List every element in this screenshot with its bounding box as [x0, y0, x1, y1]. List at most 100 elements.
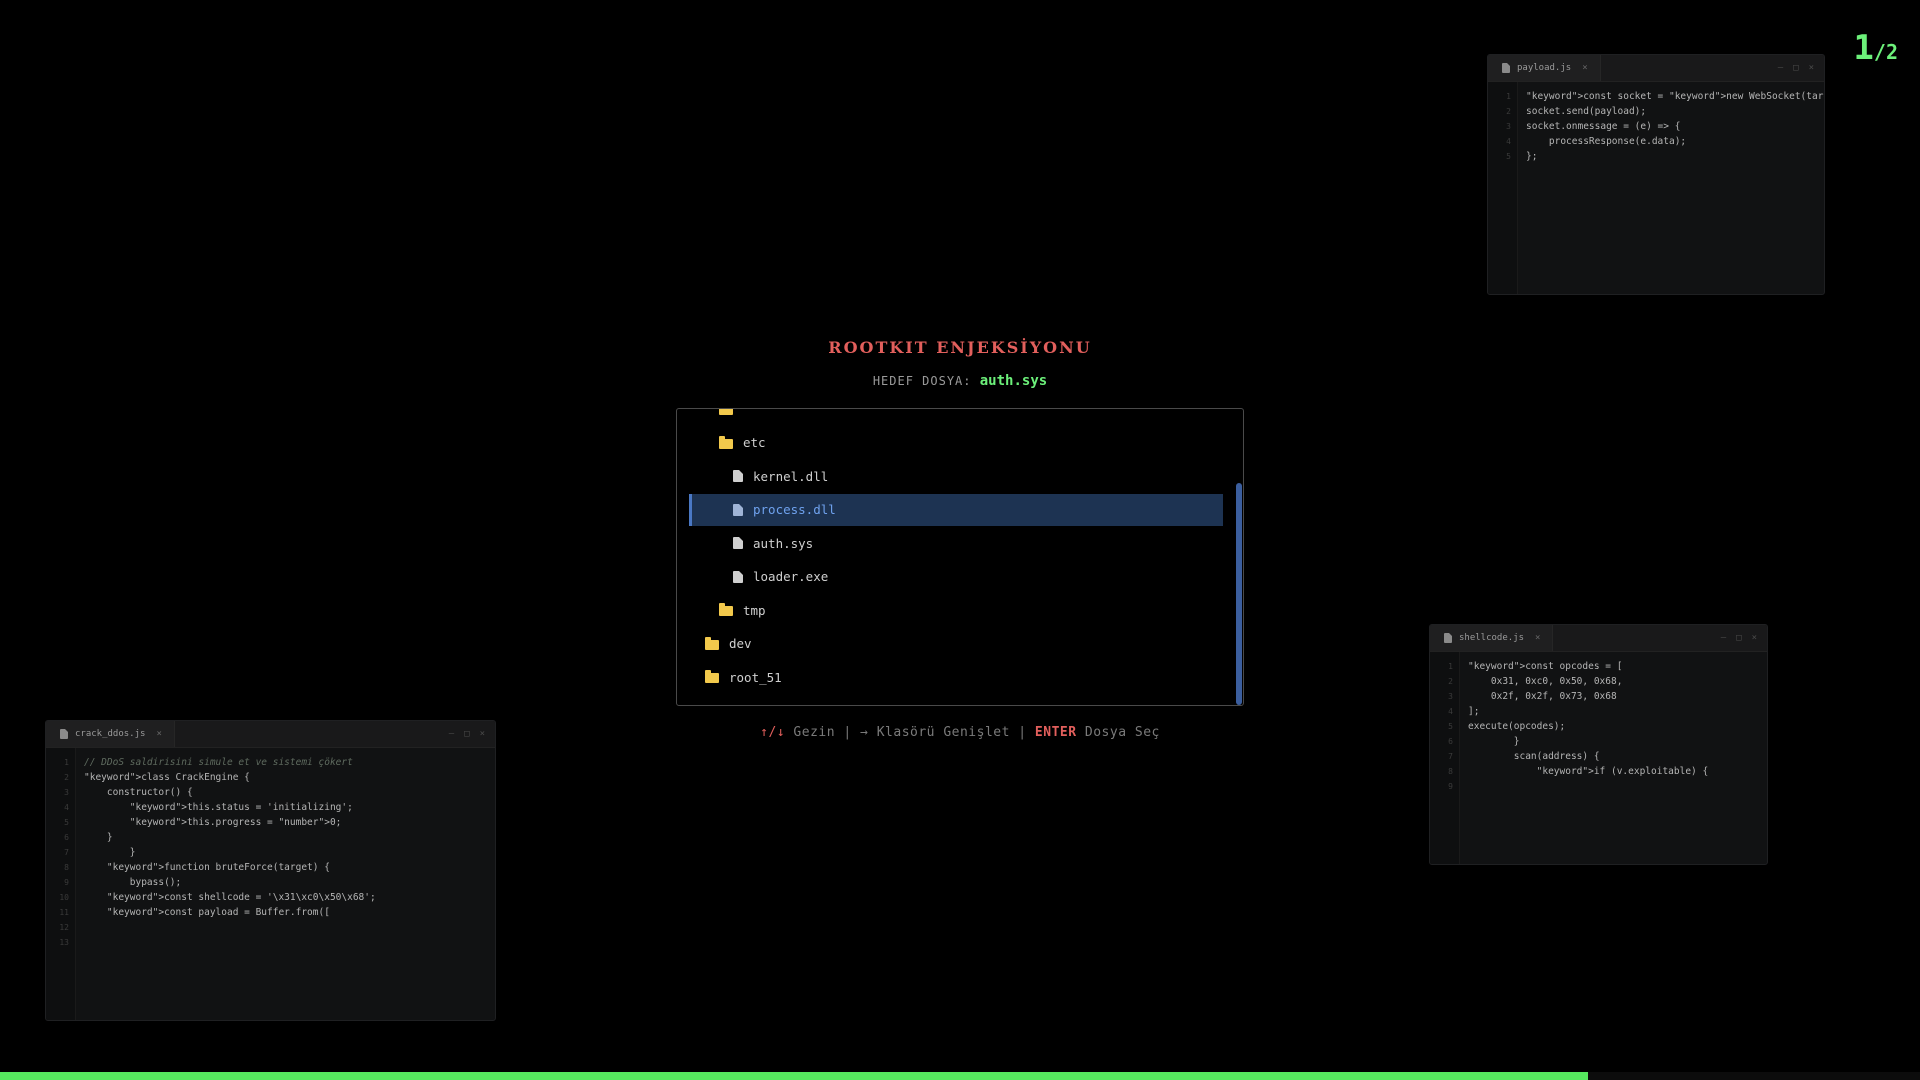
- close-icon[interactable]: ×: [1809, 63, 1814, 73]
- code-line: "keyword">this.status = 'initializing';: [84, 802, 353, 813]
- level-current: 1: [1853, 28, 1874, 68]
- navigate-hint: Gezin: [785, 725, 844, 740]
- line-number-gutter: 123456789: [1430, 652, 1460, 864]
- tree-item-label: etc: [743, 435, 766, 450]
- line-number: 8: [64, 863, 69, 872]
- code-line: ];: [1468, 706, 1480, 717]
- code-line: processResponse(e.data);: [1526, 136, 1687, 147]
- tree-item-label: dev: [729, 636, 752, 651]
- line-number: 12: [59, 923, 69, 932]
- line-number: 13: [59, 938, 69, 947]
- line-number: 5: [1506, 152, 1511, 161]
- window-controls: — □ ×: [1721, 625, 1757, 651]
- line-number: 2: [64, 773, 69, 782]
- expand-hint: → Klasörü Genişlet: [851, 725, 1019, 740]
- line-number: 9: [64, 878, 69, 887]
- tree-scrollbar[interactable]: [1235, 409, 1243, 705]
- maximize-icon[interactable]: □: [1736, 633, 1741, 643]
- code-line: bypass();: [84, 877, 182, 888]
- tree-folder[interactable]: etc: [689, 427, 1223, 459]
- timer-progress-track: [0, 1072, 1920, 1080]
- code-area: "keyword">const opcodes = [ 0x31, 0xc0, …: [1460, 652, 1767, 864]
- code-line: "keyword">const socket = "keyword">new W…: [1526, 91, 1824, 102]
- tree-folder[interactable]: root_51: [689, 661, 1223, 693]
- line-number: 10: [59, 893, 69, 902]
- hint-separator: |: [843, 725, 852, 740]
- line-number-gutter: 1 2 3 4 5 6 7 8 9 10 11 12 13: [46, 748, 76, 1020]
- code-line: "keyword">const opcodes = [: [1468, 661, 1623, 672]
- code-line: socket.onmessage = (e) => {: [1526, 121, 1681, 132]
- controls-hint: ↑/↓ Gezin | → Klasörü Genişlet | ENTER D…: [0, 725, 1920, 740]
- code-line: "keyword">function bruteForce(target) {: [84, 862, 330, 873]
- tree-item-label: kernel.dll: [753, 468, 829, 484]
- file-icon: [733, 570, 743, 583]
- close-icon[interactable]: ×: [1752, 633, 1757, 643]
- tree-file[interactable]: process.dll: [689, 493, 1223, 526]
- minimize-icon[interactable]: —: [1721, 633, 1726, 643]
- line-number: 9: [1448, 782, 1453, 791]
- code-line: }: [84, 847, 136, 858]
- close-tab-icon[interactable]: ×: [1582, 63, 1587, 73]
- code-line: };: [1526, 151, 1538, 162]
- code-area: "keyword">const socket = "keyword">new W…: [1518, 82, 1824, 294]
- tab-label: payload.js: [1517, 63, 1572, 73]
- tree-folder[interactable]: [689, 409, 1223, 425]
- line-number: 3: [64, 788, 69, 797]
- tree-file[interactable]: auth.sys: [689, 527, 1223, 559]
- editor-tab[interactable]: payload.js ×: [1488, 55, 1601, 81]
- enter-key-hint: ENTER: [1026, 725, 1077, 740]
- folder-icon: [719, 435, 733, 449]
- code-line: "keyword">if (v.exploitable) {: [1468, 766, 1709, 777]
- line-number: 1: [1448, 662, 1453, 671]
- timer-progress-fill: [0, 1072, 1588, 1080]
- tree-scroll-thumb[interactable]: [1236, 483, 1242, 705]
- code-window-shellcode: shellcode.js × — □ × 123456789 "keyword"…: [1429, 624, 1768, 865]
- code-line: "keyword">this.progress = "number">0;: [84, 817, 342, 828]
- line-number: 4: [1506, 137, 1511, 146]
- code-line: // DDoS saldirisini simule et ve sistemi…: [84, 757, 353, 768]
- file-icon: [1502, 63, 1510, 73]
- line-number: 6: [64, 833, 69, 842]
- file-icon: [733, 537, 743, 549]
- file-tree[interactable]: etc kernel.dll process.dll auth.sys loader.e…: [676, 408, 1244, 706]
- level-total: /2: [1873, 40, 1898, 64]
- tree-item-label: root_51: [729, 669, 782, 685]
- target-file-line: HEDEF DOSYA: auth.sys: [0, 373, 1920, 389]
- select-hint: Dosya Seç: [1076, 725, 1160, 740]
- file-icon: [1444, 633, 1452, 643]
- tree-file[interactable]: loader.exe: [689, 561, 1223, 593]
- arrow-keys-hint: ↑/↓: [760, 725, 786, 740]
- minimize-icon[interactable]: —: [1778, 63, 1783, 73]
- tree-folder[interactable]: dev: [689, 628, 1223, 660]
- line-number: 3: [1448, 692, 1453, 701]
- folder-icon: [705, 636, 719, 650]
- editor-tab[interactable]: shellcode.js ×: [1430, 625, 1554, 651]
- code-window-crack: crack_ddos.js × — □ × 1 2 3 4 5 6 7 8 9 10 11 12 13 …: [45, 720, 496, 1021]
- tree-item-label: auth.sys: [753, 535, 814, 551]
- tree-item-label: process.dll: [753, 502, 836, 517]
- code-line: constructor() {: [84, 787, 193, 798]
- code-line: 0x31, 0xc0, 0x50, 0x68,: [1468, 676, 1623, 687]
- target-label: HEDEF DOSYA:: [872, 374, 972, 388]
- line-number: 4: [1448, 707, 1453, 716]
- tree-item-label: loader.exe: [753, 569, 829, 584]
- line-number: 2: [1506, 107, 1511, 116]
- file-icon: [733, 503, 743, 516]
- line-number: 4: [64, 803, 69, 812]
- code-line: 0x2f, 0x2f, 0x73, 0x68: [1468, 691, 1617, 702]
- code-line: "keyword">class CrackEngine {: [84, 772, 250, 783]
- tab-label: shellcode.js: [1459, 633, 1525, 643]
- code-line: "keyword">const shellcode = '\x31\xc0\x5…: [84, 892, 376, 903]
- line-number: 1: [1506, 92, 1511, 101]
- code-line: socket.send(payload);: [1526, 106, 1647, 117]
- tree-file[interactable]: kernel.dll: [689, 460, 1223, 492]
- tree-folder[interactable]: tmp: [689, 594, 1223, 626]
- maximize-icon[interactable]: □: [1793, 63, 1798, 73]
- file-icon: [733, 470, 743, 482]
- window-titlebar: shellcode.js × — □ ×: [1430, 625, 1767, 652]
- close-tab-icon[interactable]: ×: [1535, 633, 1540, 643]
- tree-item-label: tmp: [743, 602, 766, 618]
